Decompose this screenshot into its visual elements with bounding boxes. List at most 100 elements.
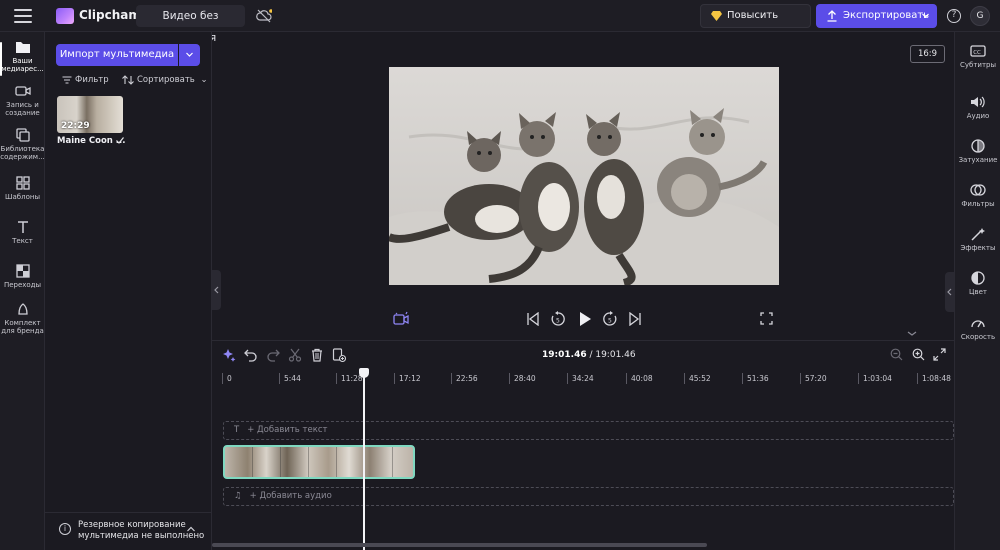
text-icon: T — [234, 425, 240, 435]
add-text-track[interactable]: T + Добавить текст — [223, 421, 954, 440]
rail-item-effects[interactable]: Эффекты — [955, 227, 1000, 252]
chevron-left-icon — [947, 288, 952, 296]
rail-item-label: Запись и создание — [5, 101, 40, 117]
backup-notice-text: Резервное копирование мультимедиа не вып… — [78, 520, 205, 541]
play-icon[interactable] — [578, 310, 592, 328]
ruler-tick: 45:52 — [684, 373, 711, 384]
rail-item-label: Субтитры — [959, 61, 997, 69]
ruler-tick: 1:08:48 — [917, 373, 951, 384]
captions-icon: CC — [970, 45, 986, 57]
folder-icon — [15, 42, 30, 53]
rail-item-label: Эффекты — [960, 244, 996, 252]
zoom-out-icon[interactable] — [890, 348, 903, 361]
filter-icon — [62, 76, 72, 84]
add-audio-track[interactable]: ♫ + Добавить аудио — [223, 487, 954, 506]
import-options-button[interactable] — [179, 44, 200, 66]
skip-forward-icon[interactable] — [628, 312, 642, 326]
sort-button[interactable]: Сортировать ⌄ — [122, 75, 208, 85]
forward-5-icon[interactable]: 5 — [602, 311, 618, 327]
rail-item-label: Переходы — [3, 281, 42, 289]
rail-item-fade[interactable]: Затухание — [955, 139, 1000, 164]
magic-camera-icon[interactable] — [393, 311, 409, 327]
undo-icon[interactable] — [244, 348, 258, 362]
filters-icon — [970, 184, 986, 196]
svg-text:CC: CC — [973, 50, 981, 56]
scissors-icon[interactable] — [288, 348, 302, 362]
ruler-tick: 57:20 — [800, 373, 827, 384]
cloud-sync-off-icon[interactable] — [256, 9, 272, 23]
templates-icon — [15, 176, 30, 190]
rail-item-label: Комплект для бренда — [1, 319, 44, 335]
preview-area: 16:9 5 5 — [221, 32, 954, 340]
media-duration: 22:29 — [61, 121, 90, 131]
total-time: 19:01.46 — [595, 350, 636, 360]
chevron-down-icon[interactable] — [904, 330, 920, 338]
media-thumbnail[interactable]: 22:29 — [57, 96, 123, 133]
rail-item-speed[interactable]: Скорость — [955, 316, 1000, 341]
upgrade-button[interactable]: Повысить статус — [700, 4, 811, 43]
rail-item-label: Аудио — [966, 112, 990, 120]
library-icon — [15, 128, 30, 142]
color-icon — [971, 271, 985, 285]
chevron-down-icon: ⌄ — [200, 75, 208, 85]
trash-icon[interactable] — [310, 348, 324, 362]
ruler-tick: 34:24 — [567, 373, 594, 384]
ruler-tick: 51:36 — [742, 373, 769, 384]
audio-icon — [971, 96, 985, 108]
rail-item-color[interactable]: Цвет — [955, 271, 1000, 296]
rail-item-text[interactable]: Текст — [0, 220, 45, 245]
zoom-in-icon[interactable] — [912, 348, 925, 361]
chevron-up-icon[interactable] — [187, 526, 195, 532]
playhead[interactable] — [359, 368, 369, 550]
add-media-icon[interactable] — [332, 348, 346, 362]
skip-back-icon[interactable] — [526, 312, 540, 326]
rail-item-label: Затухание — [958, 156, 998, 164]
collapse-left-panel-button[interactable] — [212, 270, 221, 310]
kittens-video-frame — [389, 67, 779, 285]
current-time: 19:01.46 — [542, 350, 587, 360]
ruler-tick: 0 — [222, 373, 232, 384]
svg-text:5: 5 — [608, 318, 612, 325]
rail-item-label: Шаблоны — [5, 193, 40, 201]
timeline-ruler[interactable]: 0 5:44 11:28 17:12 22:56 28:40 34:24 40:… — [222, 371, 954, 385]
fullscreen-icon[interactable] — [760, 312, 773, 325]
magic-sparkle-icon[interactable] — [222, 348, 236, 362]
rail-item-content-library[interactable]: Библиотека содержим... — [0, 128, 45, 161]
chevron-down-icon — [186, 52, 193, 57]
redo-icon[interactable] — [266, 348, 280, 362]
filter-button[interactable]: Фильтр — [62, 75, 109, 85]
left-navigation-rail: Ваши медиарес... Запись и создание Библи… — [0, 32, 45, 550]
avatar[interactable]: G — [970, 6, 990, 26]
svg-text:5: 5 — [556, 318, 560, 325]
rail-item-brand-kit[interactable]: Комплект для бренда — [0, 302, 45, 335]
playback-time: 19:01.46 / 19:01.46 — [542, 350, 636, 360]
chevron-left-icon — [214, 286, 219, 294]
export-button[interactable]: Экспортировать — [816, 4, 937, 28]
rail-item-transitions[interactable]: Переходы — [0, 264, 45, 289]
effects-icon — [971, 228, 985, 241]
aspect-ratio-button[interactable]: 16:9 — [910, 45, 945, 63]
project-title-field[interactable]: Видео без названия — [136, 5, 245, 44]
rail-item-your-media[interactable]: Ваши медиарес... — [0, 40, 45, 76]
fit-timeline-icon[interactable] — [933, 348, 946, 361]
sort-label: Сортировать — [137, 75, 195, 85]
ruler-tick: 5:44 — [279, 373, 301, 384]
video-clip[interactable] — [223, 445, 415, 479]
upload-icon — [827, 10, 837, 22]
rail-item-captions[interactable]: CC Субтитры — [955, 44, 1000, 69]
rail-item-audio[interactable]: Аудио — [955, 95, 1000, 120]
timeline-scrollbar[interactable] — [212, 543, 707, 547]
add-audio-label: + Добавить аудио — [249, 491, 332, 501]
app-window: Clipchamp Видео без названия Повысить ст… — [0, 0, 1000, 550]
backup-notice[interactable]: i Резервное копирование мультимедиа не в… — [45, 512, 211, 550]
rail-item-label: Фильтры — [961, 200, 995, 208]
rail-item-templates[interactable]: Шаблоны — [0, 176, 45, 201]
menu-icon[interactable] — [14, 9, 32, 23]
collapse-right-panel-button[interactable] — [945, 272, 954, 312]
rail-item-record-create[interactable]: Запись и создание — [0, 84, 45, 117]
rail-item-filters[interactable]: Фильтры — [955, 183, 1000, 208]
ruler-tick: 28:40 — [509, 373, 536, 384]
help-icon[interactable]: ? — [947, 9, 961, 23]
rewind-5-icon[interactable]: 5 — [550, 311, 566, 327]
import-media-button[interactable]: Импорт мультимедиа — [56, 44, 178, 66]
